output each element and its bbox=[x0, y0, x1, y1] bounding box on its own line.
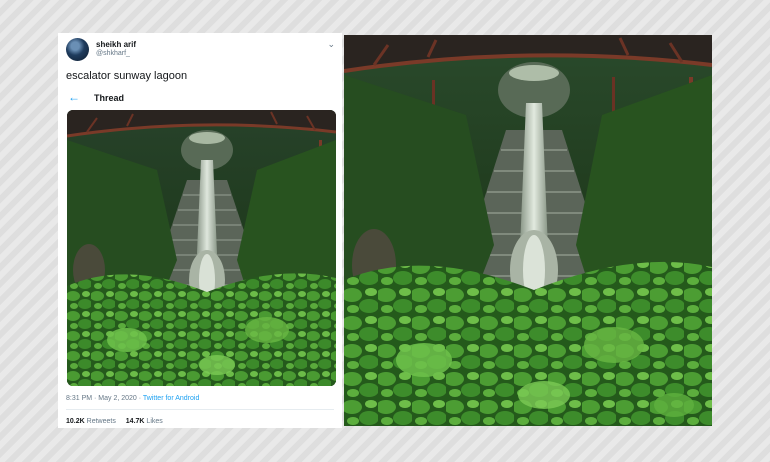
user-handle[interactable]: @shkharf_ bbox=[96, 50, 130, 57]
display-name[interactable]: sheikh arif bbox=[96, 40, 136, 49]
tweet-timestamp[interactable]: 8:31 PM · May 2, 2020 · bbox=[66, 395, 143, 402]
retweets-stat[interactable]: 10.2K Retweets bbox=[66, 418, 116, 425]
retweets-count: 10.2K bbox=[66, 418, 85, 425]
tweet-meta: 8:31 PM · May 2, 2020 · Twitter for Andr… bbox=[66, 395, 199, 402]
tweet-text: escalator sunway lagoon bbox=[66, 70, 188, 82]
chevron-down-icon[interactable]: ⌄ bbox=[327, 39, 335, 50]
tweet-card: sheikh arif @shkharf_ ⌄ escalator sunway… bbox=[58, 33, 342, 428]
thread-heading: Thread bbox=[94, 93, 125, 103]
original-photo bbox=[344, 35, 712, 426]
tweet-photo[interactable] bbox=[67, 110, 336, 386]
divider bbox=[66, 409, 334, 410]
tweet-stats: 10.2K Retweets 14.7K Likes bbox=[66, 418, 163, 425]
avatar[interactable] bbox=[66, 38, 89, 61]
likes-stat[interactable]: 14.7K Likes bbox=[126, 418, 163, 425]
retweets-label: Retweets bbox=[86, 418, 116, 425]
tweet-source-link[interactable]: Twitter for Android bbox=[143, 395, 199, 402]
likes-count: 14.7K bbox=[125, 418, 145, 425]
arrow-left-icon[interactable]: ← bbox=[68, 91, 80, 103]
likes-label: Likes bbox=[146, 418, 163, 425]
